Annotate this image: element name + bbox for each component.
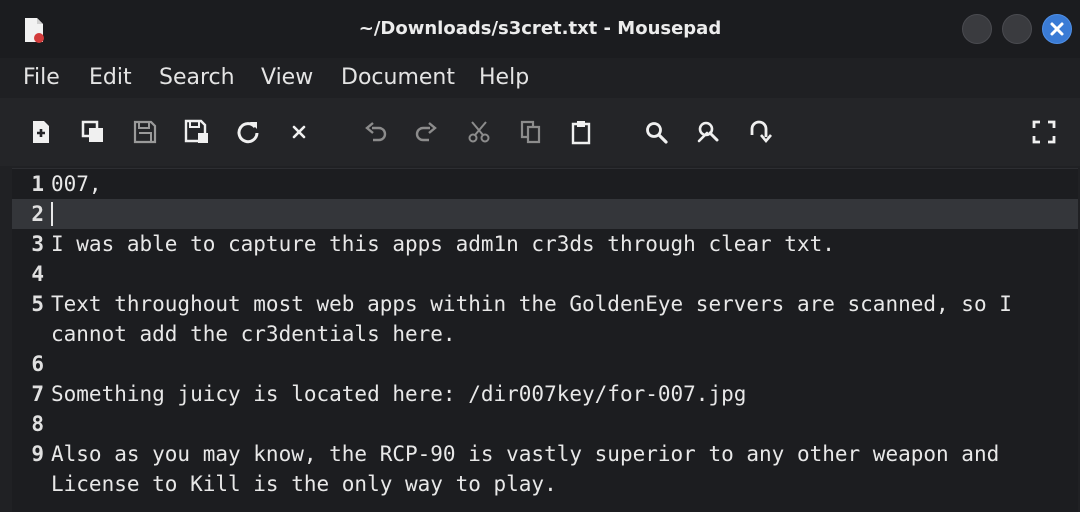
- close-document-icon: [292, 125, 306, 139]
- cut-button[interactable]: [465, 118, 493, 146]
- editor-line[interactable]: 4: [12, 259, 1078, 289]
- line-text: 007,: [51, 172, 102, 196]
- new-document-button[interactable]: [27, 118, 55, 146]
- line-text: Also as you may know, the RCP-90 is vast…: [51, 442, 1000, 466]
- editor-line[interactable]: 3 I was able to capture this apps adm1n …: [12, 229, 1078, 259]
- menu-view[interactable]: View: [261, 65, 313, 90]
- line-text: I was able to capture this apps adm1n cr…: [51, 232, 835, 256]
- undo-icon: [365, 122, 387, 142]
- paste-icon: [571, 121, 591, 145]
- editor-line[interactable]: 6: [12, 349, 1078, 379]
- reload-icon: [237, 122, 259, 144]
- line-number: 8: [31, 412, 44, 436]
- line-text-wrapped: License to Kill is the only way to play.: [51, 472, 557, 496]
- save-icon: [133, 120, 157, 144]
- copy-button[interactable]: [517, 118, 545, 146]
- line-number: 2: [31, 202, 44, 226]
- save-button[interactable]: [131, 118, 159, 146]
- editor-line[interactable]: 9 Also as you may know, the RCP-90 is va…: [12, 439, 1078, 469]
- close-document-button[interactable]: [285, 118, 313, 146]
- copy-icon: [520, 120, 541, 144]
- editor-line[interactable]: 1 007,: [12, 169, 1078, 199]
- title-bar[interactable]: ~/Downloads/s3cret.txt - Mousepad: [0, 0, 1080, 58]
- line-number: 7: [31, 382, 44, 406]
- close-window-button[interactable]: [1042, 14, 1072, 44]
- line-text-wrapped: cannot add the cr3dentials here.: [51, 322, 456, 346]
- minimize-button[interactable]: [962, 14, 992, 44]
- menu-file[interactable]: File: [23, 65, 60, 90]
- go-to-line-icon: [750, 120, 772, 144]
- editor-line-wrap[interactable]: License to Kill is the only way to play.: [12, 469, 1078, 499]
- paste-button[interactable]: [567, 118, 595, 146]
- new-window-icon: [81, 120, 103, 142]
- maximize-button[interactable]: [1002, 14, 1032, 44]
- menu-bar: File Edit Search View Document Help: [0, 58, 1080, 98]
- menu-document[interactable]: Document: [341, 65, 455, 90]
- menu-edit[interactable]: Edit: [89, 65, 132, 90]
- find-replace-button[interactable]: [694, 118, 722, 146]
- save-as-icon: [184, 119, 208, 143]
- window-title: ~/Downloads/s3cret.txt - Mousepad: [358, 18, 722, 39]
- cut-icon: [468, 121, 490, 143]
- reload-button[interactable]: [234, 118, 262, 146]
- editor-line[interactable]: 5 Text throughout most web apps within t…: [12, 289, 1078, 319]
- find-button[interactable]: [642, 118, 670, 146]
- text-editor[interactable]: 1 007, 2 3 I was able to capture this ap…: [12, 168, 1078, 512]
- editor-line-wrap[interactable]: cannot add the cr3dentials here.: [12, 319, 1078, 349]
- undo-button[interactable]: [362, 118, 390, 146]
- line-number: 4: [31, 262, 44, 286]
- line-number: 3: [31, 232, 44, 256]
- editor-line-current[interactable]: 2: [12, 199, 1078, 229]
- new-window-button[interactable]: [79, 118, 107, 146]
- find-icon: [646, 122, 668, 144]
- redo-icon: [415, 122, 437, 142]
- fullscreen-button[interactable]: [1030, 118, 1058, 146]
- line-text: Something juicy is located here: /dir007…: [51, 382, 747, 406]
- mousepad-window: ~/Downloads/s3cret.txt - Mousepad File E…: [0, 0, 1080, 512]
- line-text: Text throughout most web apps within the…: [51, 292, 1012, 316]
- go-to-line-button[interactable]: [745, 118, 773, 146]
- editor-line[interactable]: 7 Something juicy is located here: /dir0…: [12, 379, 1078, 409]
- redo-button[interactable]: [412, 118, 440, 146]
- editor-line[interactable]: 8: [12, 409, 1078, 439]
- line-number: 5: [31, 292, 44, 316]
- line-number: 1: [31, 172, 44, 196]
- line-number: 9: [31, 442, 44, 466]
- fullscreen-icon: [1032, 120, 1056, 144]
- toolbar: [0, 98, 1080, 166]
- close-icon: [1050, 22, 1064, 36]
- menu-help[interactable]: Help: [479, 65, 529, 90]
- line-number: 6: [31, 352, 44, 376]
- new-document-icon: [33, 121, 49, 143]
- menu-search[interactable]: Search: [159, 65, 235, 90]
- text-cursor: [51, 202, 53, 226]
- find-replace-icon: [697, 121, 719, 143]
- save-as-button[interactable]: [183, 118, 211, 146]
